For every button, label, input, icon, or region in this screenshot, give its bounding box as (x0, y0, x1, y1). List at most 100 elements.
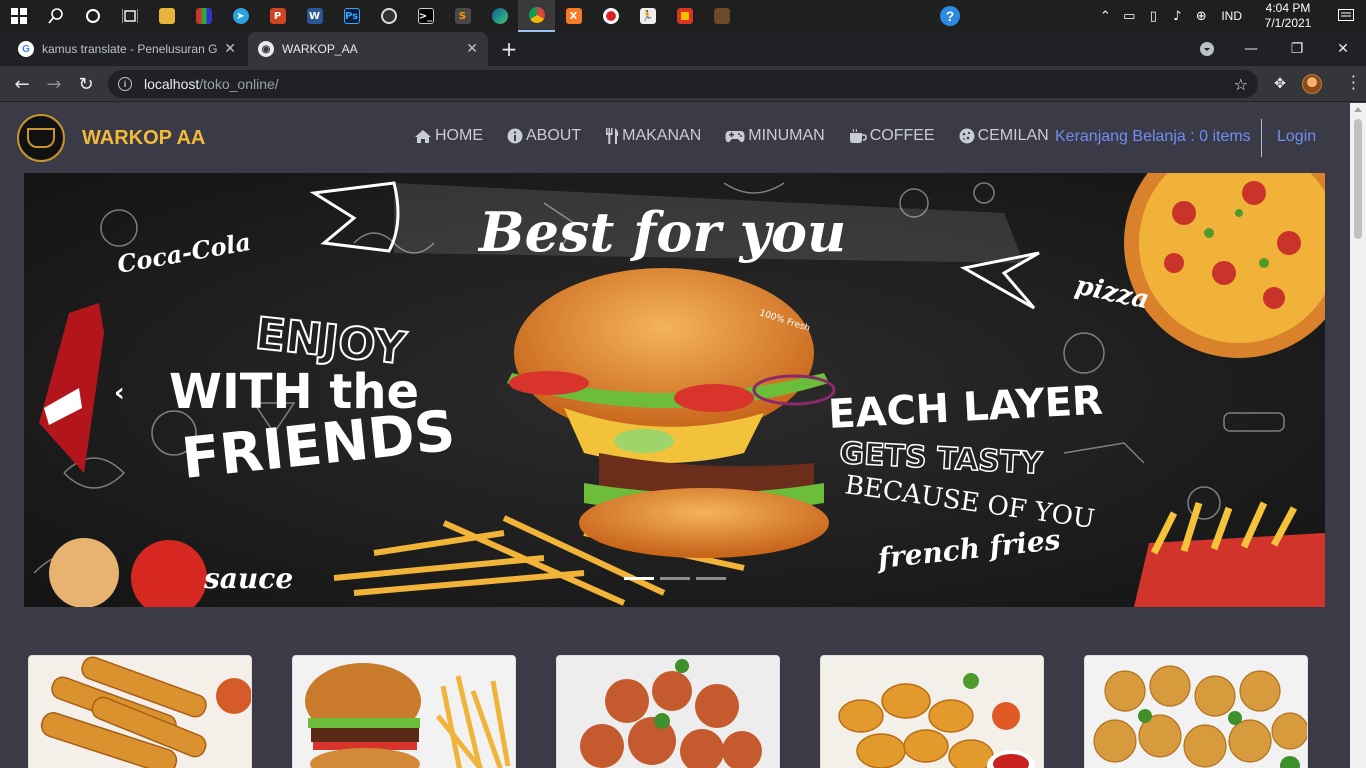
reload-button[interactable]: ↻ (72, 70, 100, 98)
carousel-prev-icon[interactable]: ‹ (114, 378, 125, 408)
winrar-icon (195, 8, 212, 24)
maximize-button[interactable]: ❐ (1274, 32, 1320, 66)
nav-divider (1261, 119, 1262, 157)
xampp-icon: X (565, 8, 582, 24)
url-text[interactable]: localhost/toko_online/ (144, 76, 279, 92)
product-image-spring-rolls (29, 656, 251, 768)
browser-tabstrip: G kamus translate - Penelusuran Google ✕… (0, 32, 1366, 66)
cortana-button[interactable] (74, 0, 111, 32)
word-icon: W (306, 8, 323, 24)
site-brand[interactable]: WARKOP AA (82, 127, 205, 150)
clock-time: 4:04 PM (1265, 1, 1311, 15)
tab-search-button[interactable] (1184, 32, 1230, 66)
battery-icon[interactable]: ▭ (1117, 0, 1141, 32)
product-card[interactable] (28, 655, 252, 768)
taskbar-terminal[interactable]: >_ (407, 0, 444, 32)
taskbar-app-runner[interactable]: 🏃 (629, 0, 666, 32)
nav-makanan[interactable]: MAKANAN (605, 127, 701, 145)
close-icon[interactable]: ✕ (224, 41, 236, 57)
nav-coffee-label: COFFEE (869, 127, 935, 144)
nav-home-label: HOME (435, 127, 483, 144)
address-bar[interactable]: i localhost/toko_online/ ☆ (108, 70, 1258, 98)
start-button[interactable] (0, 0, 37, 32)
tab-title: WARKOP_AA (282, 42, 358, 56)
forward-button[interactable]: → (40, 70, 68, 98)
nav-cemilan[interactable]: CEMILAN (959, 127, 1049, 145)
app-icon (676, 8, 693, 24)
tray-chevron-icon[interactable]: ⌃ (1093, 0, 1117, 32)
coffee-icon (849, 128, 867, 143)
tab-title: kamus translate - Penelusuran Google (42, 42, 218, 56)
telegram-icon: ➤ (232, 8, 249, 24)
game-icon (713, 8, 730, 24)
taskbar-edge[interactable] (481, 0, 518, 32)
product-image-fried-balls (1085, 656, 1307, 768)
close-icon[interactable]: ✕ (466, 41, 478, 57)
globe-favicon-icon: ◉ (258, 41, 274, 57)
carousel-indicators (624, 577, 732, 580)
login-link[interactable]: Login (1277, 128, 1316, 146)
product-image-burger-fries (293, 656, 515, 768)
tab-warkop[interactable]: ◉ WARKOP_AA ✕ (248, 32, 488, 66)
product-card[interactable] (1084, 655, 1308, 768)
language-indicator[interactable]: IND (1213, 9, 1250, 23)
url-path: /toko_online/ (199, 76, 279, 92)
utensils-icon (606, 128, 619, 144)
page-scrollbar[interactable] (1350, 103, 1366, 768)
profile-button[interactable] (1302, 74, 1322, 94)
product-card[interactable] (820, 655, 1044, 768)
clock[interactable]: 4:04 PM 7/1/2021 (1250, 1, 1326, 31)
google-favicon: G (18, 41, 34, 57)
bookmark-star-icon[interactable]: ☆ (1234, 75, 1248, 94)
windows-logo-icon (10, 8, 27, 24)
carousel-indicator[interactable] (696, 577, 726, 580)
banner-headline: Best for you (477, 200, 846, 264)
taskbar-xampp[interactable]: X (555, 0, 592, 32)
search-button[interactable] (37, 0, 74, 32)
minimize-button[interactable]: — (1228, 32, 1274, 66)
scroll-up-icon[interactable] (1354, 107, 1362, 112)
tab-google-search[interactable]: G kamus translate - Penelusuran Google ✕ (8, 32, 246, 66)
notification-button[interactable] (1326, 9, 1366, 23)
site-info-icon[interactable]: i (118, 77, 132, 91)
taskbar-app-red[interactable] (666, 0, 703, 32)
carousel-indicator[interactable] (624, 577, 654, 580)
taskbar-obs[interactable] (370, 0, 407, 32)
back-button[interactable]: ← (8, 70, 36, 98)
hero-carousel[interactable]: Best for you ENJOY WITH the FRIENDS EACH… (24, 173, 1325, 607)
banner-sauce: sauce (203, 562, 293, 595)
taskbar-sublime[interactable]: S (444, 0, 481, 32)
taskbar-powerpoint[interactable]: P (259, 0, 296, 32)
record-icon (602, 8, 619, 24)
product-card[interactable] (292, 655, 516, 768)
globe-icon[interactable]: ⊕ (1189, 0, 1213, 32)
taskbar-winrar[interactable] (185, 0, 222, 32)
pen-icon[interactable]: ▯ (1141, 0, 1165, 32)
taskbar-file-explorer[interactable] (148, 0, 185, 32)
close-window-button[interactable]: ✕ (1320, 32, 1366, 66)
cart-link[interactable]: Keranjang Belanja : 0 items (1055, 128, 1251, 146)
carousel-indicator[interactable] (660, 577, 690, 580)
site-logo[interactable] (17, 114, 65, 162)
coffee-cup-icon (27, 128, 55, 148)
taskbar-chrome[interactable] (518, 0, 555, 32)
taskbar-telegram[interactable]: ➤ (222, 0, 259, 32)
volume-icon[interactable]: ♪ (1165, 0, 1189, 32)
new-tab-button[interactable]: + (497, 37, 521, 61)
task-view-button[interactable] (111, 0, 148, 32)
browser-menu-icon[interactable]: · · · (1351, 69, 1356, 97)
nav-home[interactable]: HOME (414, 127, 483, 145)
help-icon[interactable]: ? (940, 6, 960, 26)
page-viewport: WARKOP AA HOME ABOUT MAKANAN MINUMAN COF… (0, 103, 1350, 768)
taskbar-word[interactable]: W (296, 0, 333, 32)
taskbar-recorder[interactable] (592, 0, 629, 32)
taskbar-app-game[interactable] (703, 0, 740, 32)
chevron-down-icon (1200, 42, 1214, 56)
extensions-icon[interactable]: ✥ (1270, 74, 1290, 94)
nav-coffee[interactable]: COFFEE (849, 127, 935, 145)
taskbar-photoshop[interactable]: Ps (333, 0, 370, 32)
nav-about[interactable]: ABOUT (507, 127, 581, 145)
scrollbar-thumb[interactable] (1354, 119, 1362, 239)
nav-minuman[interactable]: MINUMAN (725, 127, 825, 145)
product-card[interactable] (556, 655, 780, 768)
